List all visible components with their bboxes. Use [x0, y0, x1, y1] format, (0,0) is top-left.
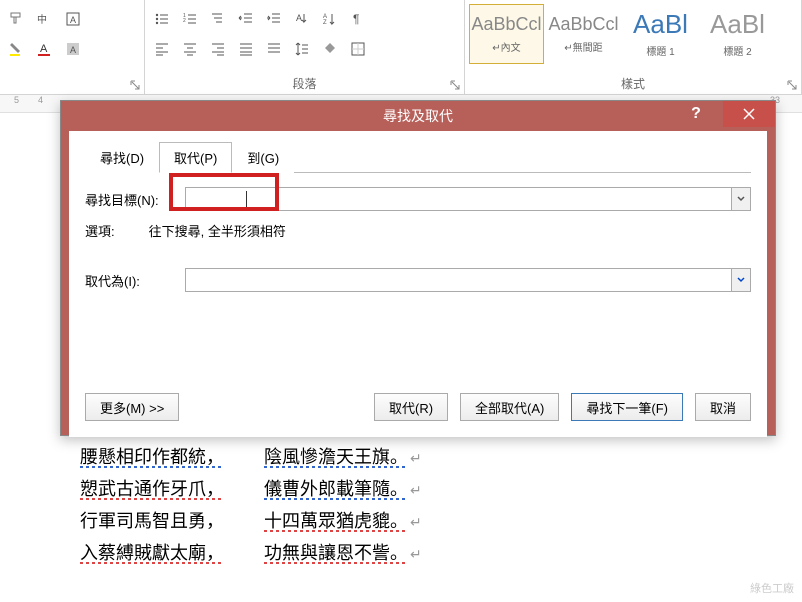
close-icon [743, 108, 755, 120]
borders-icon[interactable] [347, 38, 369, 60]
svg-text:中: 中 [37, 13, 47, 26]
replace-input[interactable] [185, 268, 731, 292]
char-border-icon[interactable]: A [62, 8, 84, 30]
bullets-icon[interactable] [151, 8, 173, 30]
options-value: 往下搜尋, 全半形須相符 [149, 221, 286, 240]
sort-icon[interactable]: AZ [319, 8, 341, 30]
paragraph-label: 段落 [151, 73, 458, 94]
replace-history-dropdown[interactable] [731, 268, 751, 292]
distribute-icon[interactable] [263, 38, 285, 60]
text-direction-icon[interactable]: A [291, 8, 313, 30]
dialog-tabs: 尋找(D) 取代(P) 到(G) [85, 141, 751, 173]
tab-goto[interactable]: 到(G) [232, 142, 294, 173]
paragraph-group: 12 A AZ ¶ 段落 [145, 0, 465, 94]
close-button[interactable] [723, 101, 775, 127]
style-gallery[interactable]: AaBbCcl ↵內文 AaBbCcl ↵無間距 AaBl 標題 1 AaBl … [469, 0, 797, 68]
highlight-icon[interactable] [6, 38, 28, 60]
doc-line: 腰懸相印作都統， 陰風慘澹天王旗。↵ [80, 443, 802, 469]
style-no-spacing[interactable]: AaBbCcl ↵無間距 [546, 4, 621, 64]
align-center-icon[interactable] [179, 38, 201, 60]
replace-label: 取代為(I): [85, 271, 175, 290]
phonetic-guide-icon[interactable]: 中 [34, 8, 56, 30]
font-color-icon[interactable]: A [34, 38, 56, 60]
increase-indent-icon[interactable] [263, 8, 285, 30]
decrease-indent-icon[interactable] [235, 8, 257, 30]
svg-text:A: A [70, 15, 76, 25]
show-marks-icon[interactable]: ¶ [347, 8, 369, 30]
watermark: 綠色工廠 [750, 580, 794, 596]
paragraph-dialog-launcher[interactable] [448, 78, 462, 92]
dialog-title[interactable]: 尋找及取代 ? [61, 101, 775, 131]
svg-text:2: 2 [183, 18, 186, 24]
find-label: 尋找目標(N): [85, 190, 175, 209]
justify-icon[interactable] [235, 38, 257, 60]
font-dialog-launcher[interactable] [128, 78, 142, 92]
find-next-button[interactable]: 尋找下一筆(F) [571, 393, 683, 421]
char-shading-icon[interactable]: A [62, 38, 84, 60]
tab-find[interactable]: 尋找(D) [85, 142, 159, 173]
svg-text:A: A [296, 13, 302, 23]
find-input[interactable] [185, 187, 731, 211]
shading-icon[interactable] [319, 38, 341, 60]
numbering-icon[interactable]: 12 [179, 8, 201, 30]
svg-text:¶: ¶ [353, 12, 359, 26]
align-left-icon[interactable] [151, 38, 173, 60]
align-right-icon[interactable] [207, 38, 229, 60]
multilevel-icon[interactable] [207, 8, 229, 30]
replace-button[interactable]: 取代(R) [374, 393, 448, 421]
replace-all-button[interactable]: 全部取代(A) [460, 393, 559, 421]
tab-replace[interactable]: 取代(P) [159, 142, 232, 173]
find-history-dropdown[interactable] [731, 187, 751, 211]
cancel-button[interactable]: 取消 [695, 393, 751, 421]
style-heading1[interactable]: AaBl 標題 1 [623, 4, 698, 64]
style-heading2[interactable]: AaBl 標題 2 [700, 4, 775, 64]
font-group: 中 A A A [0, 0, 145, 94]
styles-group: AaBbCcl ↵內文 AaBbCcl ↵無間距 AaBl 標題 1 AaBl … [465, 0, 802, 94]
more-button[interactable]: 更多(M) >> [85, 393, 179, 421]
style-normal[interactable]: AaBbCcl ↵內文 [469, 4, 544, 64]
svg-text:Z: Z [323, 20, 327, 26]
find-replace-dialog: 尋找及取代 ? 尋找(D) 取代(P) 到(G) 尋找目標(N): 選項: 往下… [60, 100, 776, 436]
svg-text:A: A [40, 43, 48, 55]
help-button[interactable]: ? [675, 101, 717, 127]
doc-line: 愬武古通作牙爪， 儀曹外郎載筆隨。↵ [80, 475, 802, 501]
doc-line: 入蔡縛賊獻太廟， 功無與讓恩不訾。↵ [80, 539, 802, 565]
line-spacing-icon[interactable] [291, 38, 313, 60]
doc-line: 行軍司馬智且勇， 十四萬眾猶虎貔。↵ [80, 507, 802, 533]
styles-dialog-launcher[interactable] [785, 78, 799, 92]
format-painter-icon[interactable] [6, 8, 28, 30]
options-label: 選項: [85, 221, 115, 240]
ribbon: 中 A A A 12 A AZ ¶ [0, 0, 802, 95]
svg-text:A: A [70, 45, 76, 55]
styles-label: 樣式 [469, 73, 797, 94]
dialog-body: 尋找(D) 取代(P) 到(G) 尋找目標(N): 選項: 往下搜尋, 全半形須… [69, 131, 767, 437]
